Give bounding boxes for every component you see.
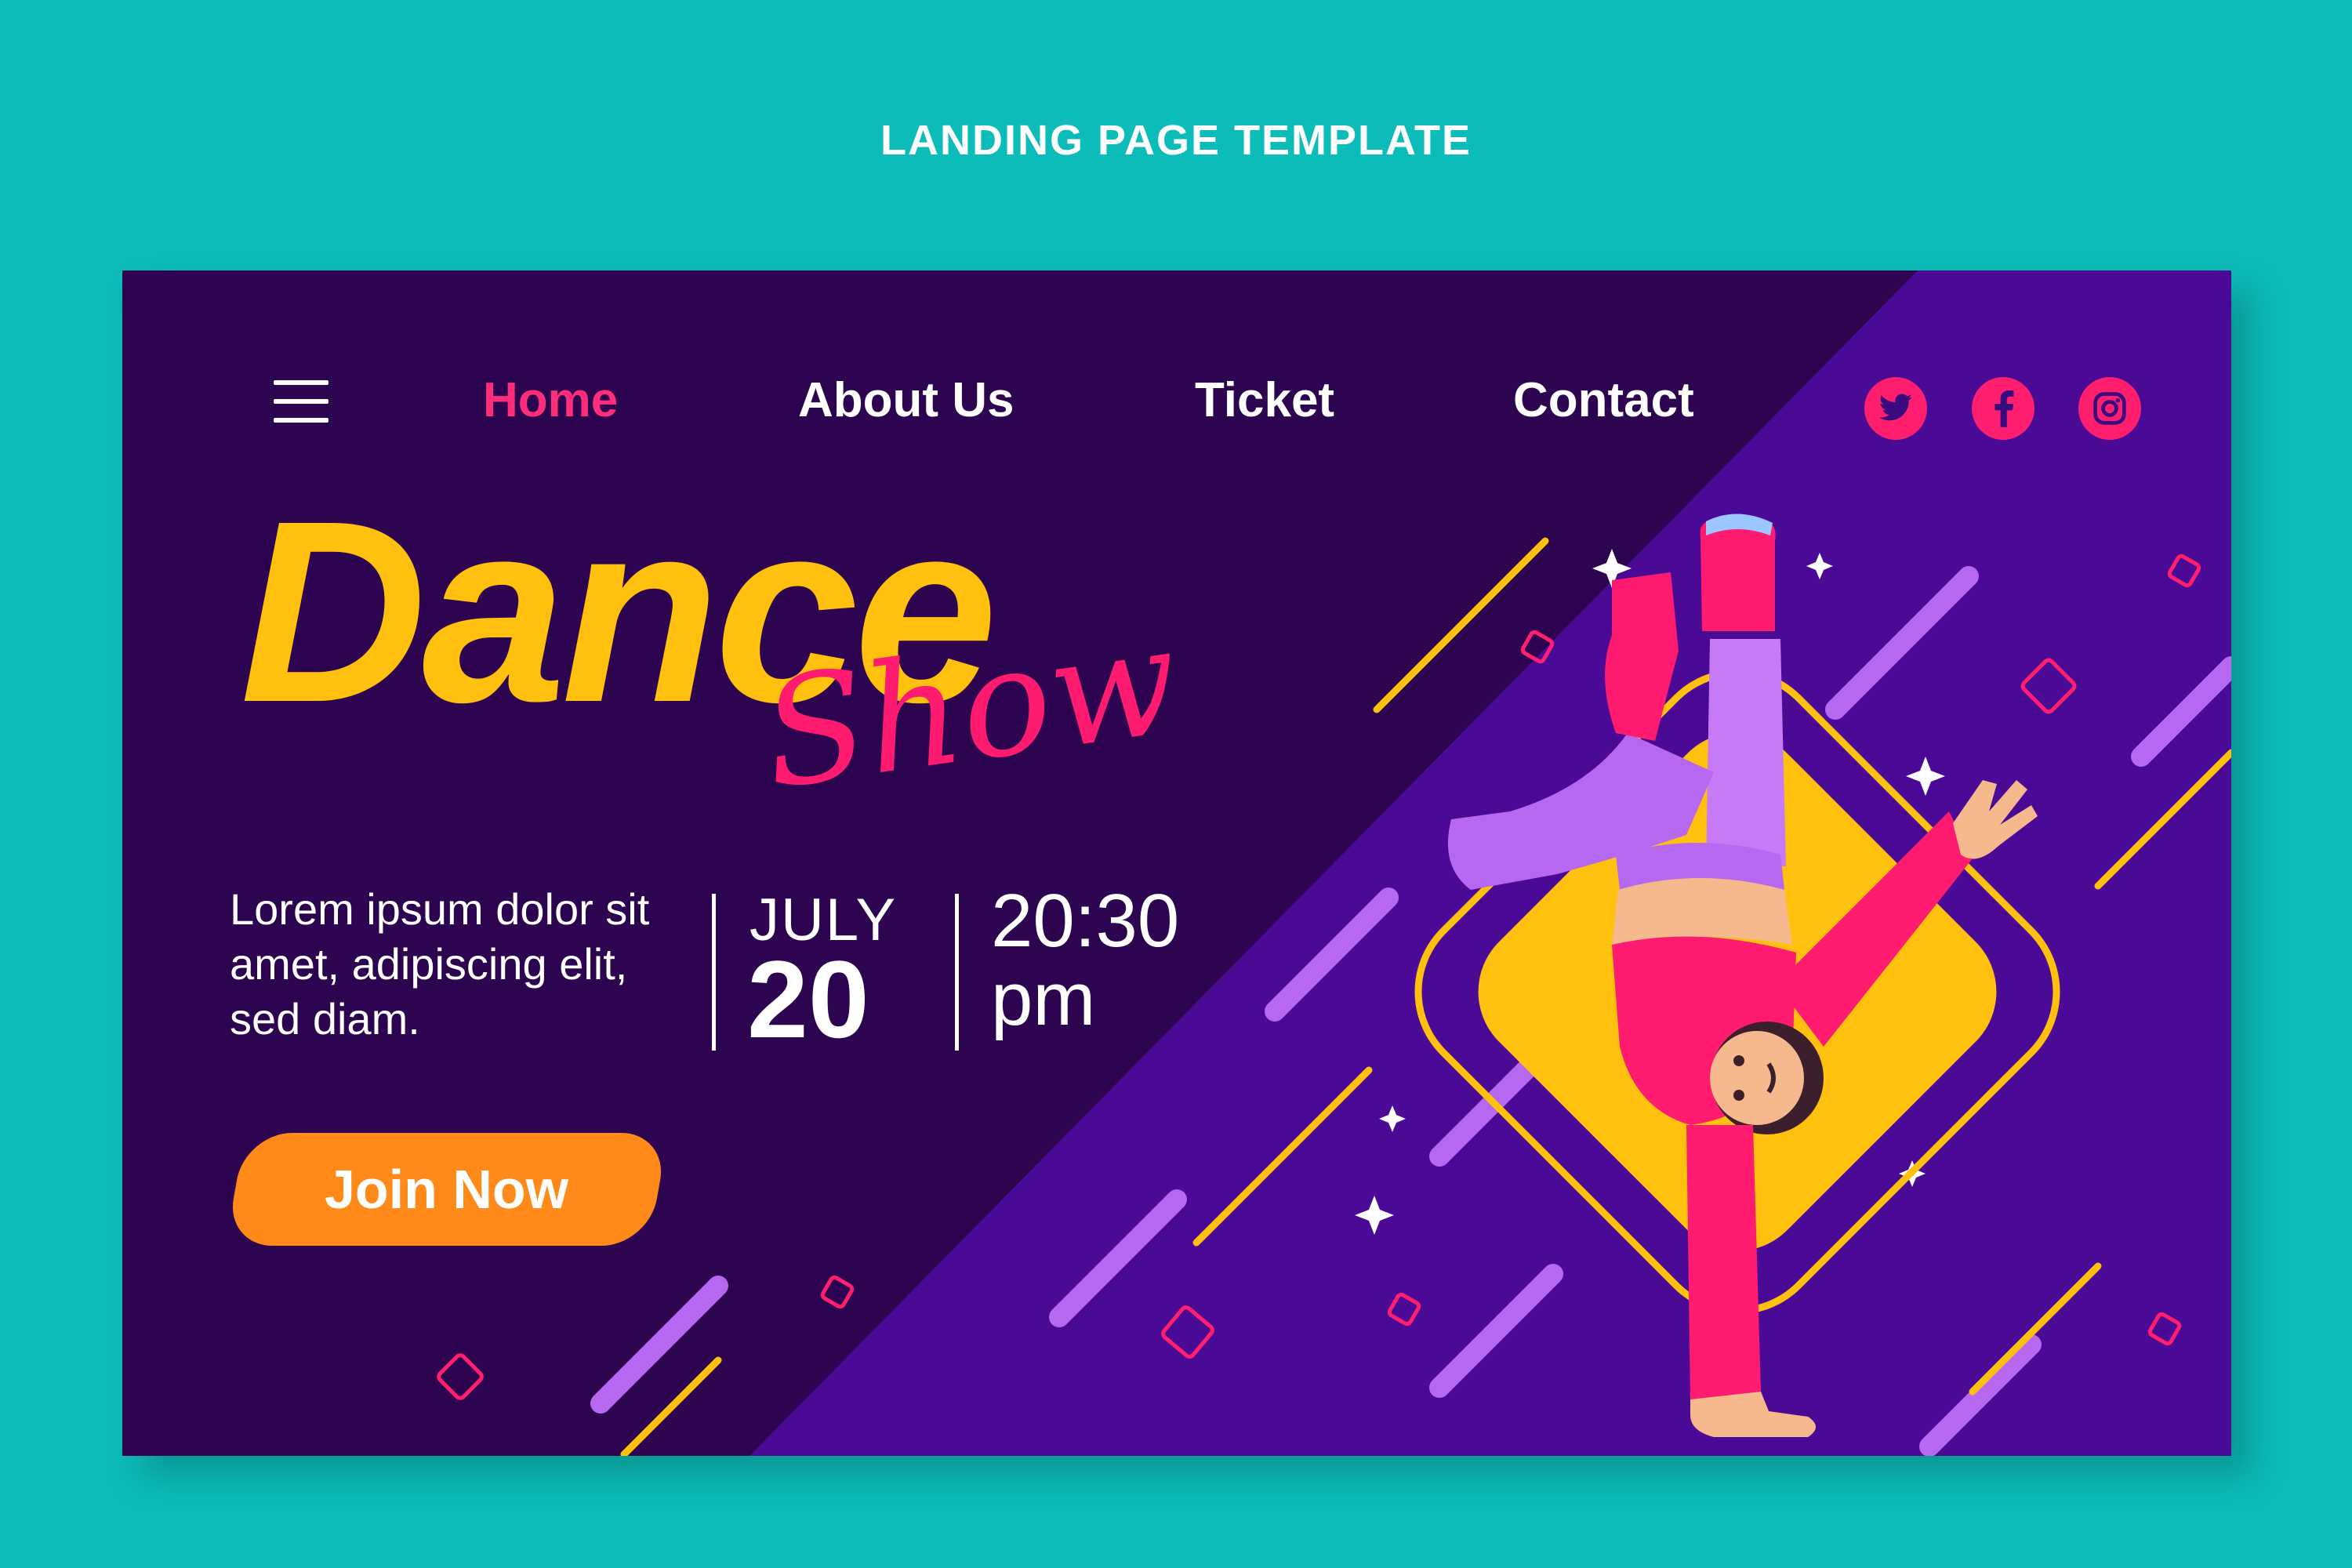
nav-link-ticket[interactable]: Ticket (1195, 372, 1334, 428)
event-time-value: 20:30 (991, 879, 1180, 963)
event-time-period: pm (991, 957, 1096, 1041)
time-divider (955, 894, 959, 1051)
hamburger-menu-icon[interactable] (274, 380, 328, 423)
twitter-icon[interactable] (1864, 377, 1927, 440)
nav-link-contact[interactable]: Contact (1513, 372, 1694, 428)
event-day: 20 (747, 938, 869, 1061)
landing-card: Home About Us Ticket Contact Dance Show … (122, 270, 2231, 1456)
instagram-icon[interactable] (2078, 377, 2141, 440)
event-time: 20:30 pm (991, 882, 1179, 1039)
nav-link-home[interactable]: Home (483, 372, 618, 428)
top-nav: Home About Us Ticket Contact (122, 270, 2231, 440)
facebook-icon[interactable] (1972, 377, 2034, 440)
date-divider (712, 894, 716, 1051)
join-now-label: Join Now (325, 1159, 569, 1220)
page-heading: LANDING PAGE TEMPLATE (880, 117, 1472, 164)
join-now-button[interactable]: Join Now (225, 1133, 669, 1246)
background-art (437, 270, 2231, 1456)
nav-link-about-us[interactable]: About Us (798, 372, 1014, 428)
hero-description: Lorem ipsum dolor sit amet, adipiscing e… (230, 884, 650, 1044)
